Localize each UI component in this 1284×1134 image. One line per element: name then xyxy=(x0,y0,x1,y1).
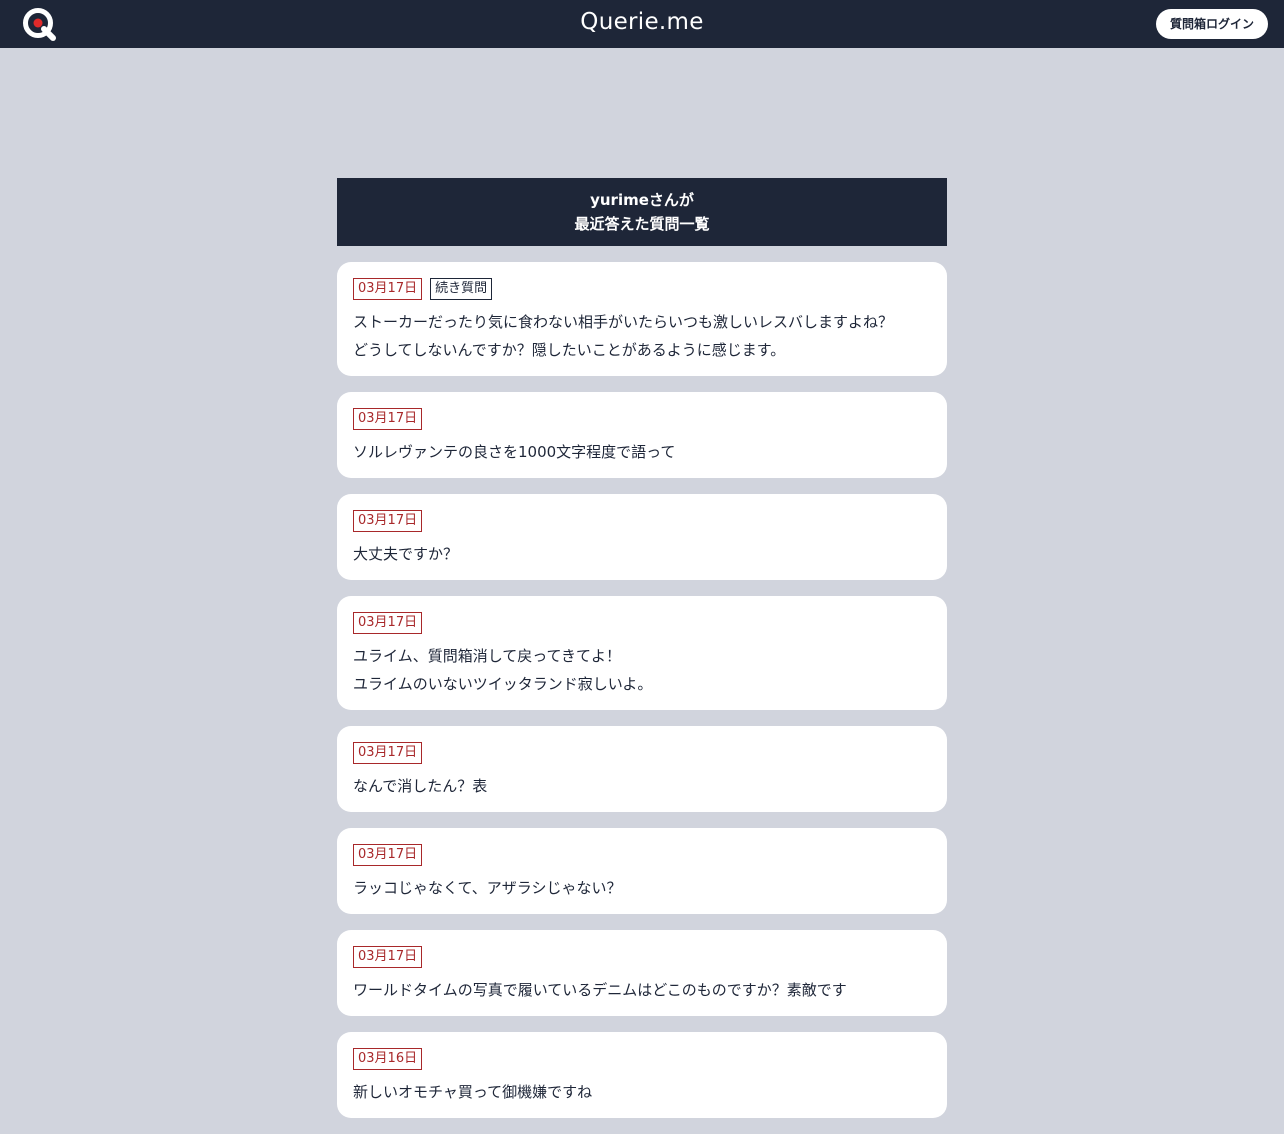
answered-questions-heading: yurimeさんが 最近答えた質問一覧 xyxy=(337,178,947,246)
question-card[interactable]: 03月16日新しいオモチャ買って御機嫌ですね xyxy=(337,1032,947,1118)
question-date-badge: 03月17日 xyxy=(353,510,423,532)
question-date-badge: 03月17日 xyxy=(353,408,423,430)
question-text-line: ラッコじゃなくて、アザラシじゃない？ xyxy=(353,879,622,897)
question-box-login-button[interactable]: 質問箱ログイン xyxy=(1156,9,1268,39)
question-tags: 03月17日 xyxy=(353,612,931,634)
question-tags: 03月17日 xyxy=(353,742,931,764)
question-text: ワールドタイムの写真で履いているデニムはどこのものですか？素敵です xyxy=(353,976,931,1004)
question-card[interactable]: 03月17日ラッコじゃなくて、アザラシじゃない？ xyxy=(337,828,947,914)
question-tags: 03月17日 xyxy=(353,946,931,968)
question-text: ソルレヴァンテの良さを1000文字程度で語って xyxy=(353,438,931,466)
question-text: ストーカーだったり気に食わない相手がいたらいつも激しいレスバしますよね？ どうして… xyxy=(353,308,931,364)
querie-logo-icon[interactable] xyxy=(22,7,58,43)
heading-line-title: 最近答えた質問一覧 xyxy=(574,215,710,233)
question-text-line: ソルレヴァンテの良さを1000文字程度で語って xyxy=(353,443,676,461)
question-tags: 03月17日 xyxy=(353,510,931,532)
question-text: ラッコじゃなくて、アザラシじゃない？ xyxy=(353,874,931,902)
question-card[interactable]: 03月17日ソルレヴァンテの良さを1000文字程度で語って xyxy=(337,392,947,478)
question-card[interactable]: 03月17日なんで消したん？表 xyxy=(337,726,947,812)
question-text: 新しいオモチャ買って御機嫌ですね xyxy=(353,1078,931,1106)
question-card[interactable]: 03月17日ワールドタイムの写真で履いているデニムはどこのものですか？素敵です xyxy=(337,930,947,1016)
question-date-badge: 03月17日 xyxy=(353,742,423,764)
follow-up-question-badge: 続き質問 xyxy=(430,278,493,300)
question-card[interactable]: 03月17日ユライム、質問箱消して戻ってきてよ！ ユライムのいないツイッタランド寂… xyxy=(337,596,947,710)
question-text-line: ストーカーだったり気に食わない相手がいたらいつも激しいレスバしますよね？ xyxy=(353,313,894,331)
question-text-line: 新しいオモチャ買って御機嫌ですね xyxy=(353,1083,593,1101)
question-text-line: なんで消したん？表 xyxy=(353,777,488,795)
question-date-badge: 03月17日 xyxy=(353,844,423,866)
question-tags: 03月17日 続き質問 xyxy=(353,278,931,300)
question-text: 大丈夫ですか？ xyxy=(353,540,931,568)
question-tags: 03月17日 xyxy=(353,408,931,430)
question-tags: 03月17日 xyxy=(353,844,931,866)
question-text-line: ユライムのいないツイッタランド寂しいよ。 xyxy=(353,675,653,693)
question-text-line: 大丈夫ですか？ xyxy=(353,545,459,563)
question-text: なんで消したん？表 xyxy=(353,772,931,800)
site-brand-title: Querie.me xyxy=(580,9,704,35)
question-text-line: ユライム、質問箱消して戻ってきてよ！ xyxy=(353,647,622,665)
question-list: 03月17日 続き質問 ストーカーだったり気に食わない相手がいたらいつも激しいレスバ… xyxy=(337,262,947,1134)
question-tags: 03月16日 xyxy=(353,1048,931,1070)
heading-line-user: yurimeさんが xyxy=(590,191,694,209)
question-card[interactable]: 03月17日大丈夫ですか？ xyxy=(337,494,947,580)
question-text-line: ワールドタイムの写真で履いているデニムはどこのものですか？素敵です xyxy=(353,981,847,999)
question-date-badge: 03月17日 xyxy=(353,612,423,634)
question-text: ユライム、質問箱消して戻ってきてよ！ ユライムのいないツイッタランド寂しいよ。 xyxy=(353,642,931,698)
question-date-badge: 03月17日 xyxy=(353,278,423,300)
question-card[interactable]: 03月17日 続き質問ストーカーだったり気に食わない相手がいたらいつも激しいレスバ… xyxy=(337,262,947,376)
question-date-badge: 03月16日 xyxy=(353,1048,423,1070)
question-text-line: どうしてしないんですか？隠したいことがあるように感じます。 xyxy=(353,341,786,359)
question-date-badge: 03月17日 xyxy=(353,946,423,968)
top-navigation-bar: Querie.me 質問箱ログイン xyxy=(0,0,1284,48)
